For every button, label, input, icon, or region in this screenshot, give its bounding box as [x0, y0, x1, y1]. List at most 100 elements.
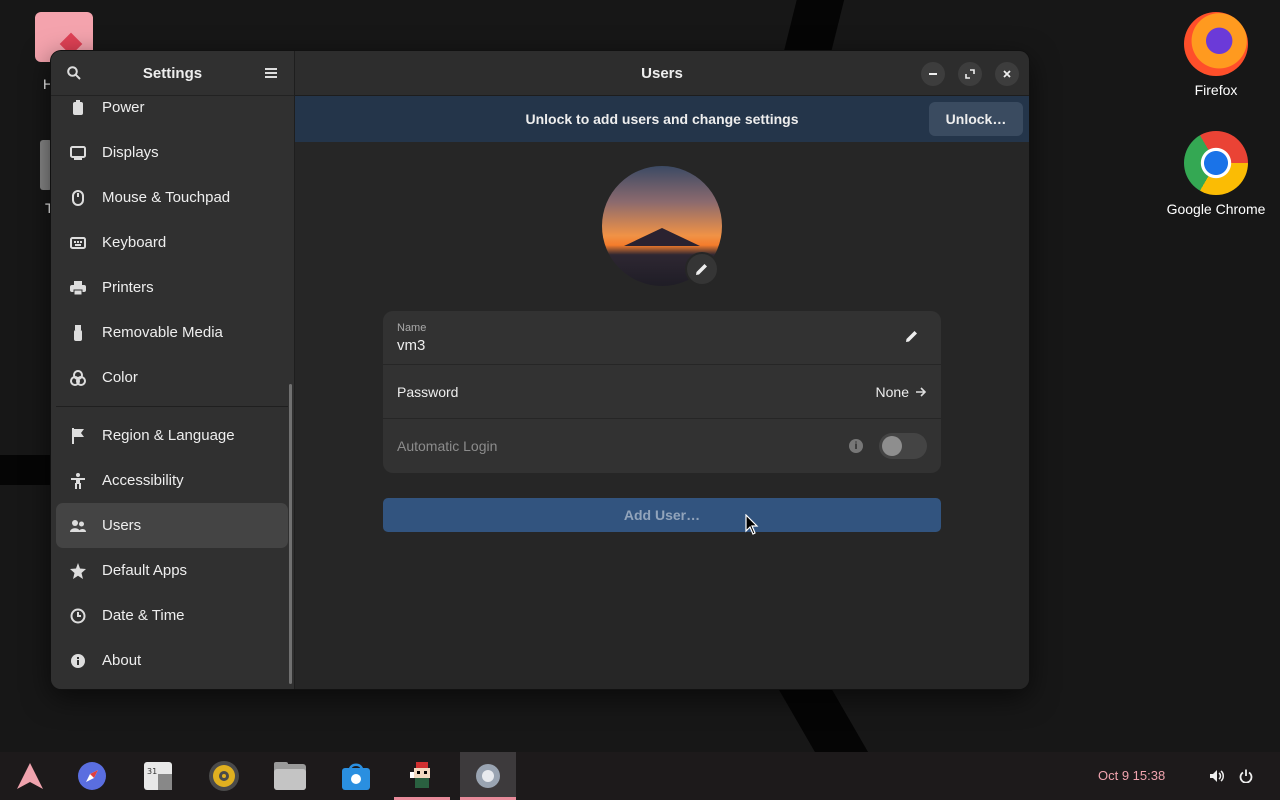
sidebar-item-label: Displays	[102, 144, 159, 161]
sidebar-separator	[56, 406, 288, 407]
sidebar-item-power[interactable]: Power	[56, 96, 288, 130]
taskbar-software-store[interactable]	[328, 752, 384, 800]
taskbar-settings[interactable]	[460, 752, 516, 800]
sidebar-item-date-time[interactable]: Date & Time	[56, 593, 288, 638]
printer-icon	[69, 279, 87, 297]
desktop-firefox[interactable]: Firefox	[1161, 12, 1271, 98]
settings-window: Settings Power Displays Mouse & Touchpad…	[51, 51, 1029, 689]
sidebar-item-about[interactable]: About	[56, 638, 288, 683]
sidebar-item-label: About	[102, 652, 142, 669]
mouse-cursor-icon	[745, 514, 759, 535]
desktop-chrome-label: Google Chrome	[1166, 201, 1266, 217]
user-details-card: Name vm3 Password None Automatic Login i	[383, 311, 941, 473]
close-button[interactable]	[995, 62, 1019, 86]
power-menu-icon[interactable]	[1236, 766, 1256, 786]
taskbar-game[interactable]	[394, 752, 450, 800]
lock-infobar: Unlock to add users and change settings …	[295, 96, 1029, 142]
taskbar-calendar[interactable]: 31	[130, 752, 186, 800]
toggle-knob	[882, 436, 902, 456]
sidebar-item-color[interactable]: Color	[56, 355, 288, 400]
sidebar-item-printers[interactable]: Printers	[56, 265, 288, 310]
page-title: Users	[641, 64, 683, 82]
arrow-right-icon	[916, 386, 927, 397]
accessibility-icon	[69, 472, 87, 490]
color-icon	[69, 369, 87, 387]
taskbar: 31 Oct 9 15:38	[0, 752, 1280, 800]
sidebar-item-label: Accessibility	[102, 472, 184, 489]
name-row: Name vm3	[383, 311, 941, 365]
sidebar-item-label: Mouse & Touchpad	[102, 189, 231, 206]
sidebar-scrollbar[interactable]	[289, 384, 292, 684]
add-user-button[interactable]: Add User…	[383, 498, 941, 532]
sidebar-item-removable-media[interactable]: Removable Media	[56, 310, 288, 355]
mouse-icon	[69, 189, 87, 207]
maximize-button[interactable]	[958, 62, 982, 86]
display-icon	[69, 144, 87, 162]
sidebar-item-label: Keyboard	[102, 234, 167, 251]
users-panel: Users Unlock to add users and change set…	[295, 51, 1029, 689]
sidebar-item-label: Date & Time	[102, 607, 185, 624]
sidebar-item-displays[interactable]: Displays	[56, 130, 288, 175]
taskbar-files[interactable]	[262, 752, 318, 800]
music-icon	[209, 761, 239, 791]
name-value: vm3	[397, 336, 426, 354]
star-icon	[69, 562, 87, 580]
password-value[interactable]: None	[876, 384, 927, 400]
users-icon	[69, 517, 87, 535]
calendar-icon: 31	[144, 762, 172, 790]
pencil-icon	[906, 331, 917, 342]
unlock-button[interactable]: Unlock…	[929, 102, 1023, 136]
sidebar-item-mouse[interactable]: Mouse & Touchpad	[56, 175, 288, 220]
sidebar-item-label: Printers	[102, 279, 154, 296]
info-icon	[69, 652, 87, 670]
usb-icon	[69, 324, 87, 342]
info-icon[interactable]: i	[849, 439, 863, 453]
name-label: Name	[397, 321, 427, 334]
software-store-icon	[342, 763, 370, 790]
infobar-message: Unlock to add users and change settings	[525, 111, 799, 127]
files-icon	[274, 762, 306, 790]
password-row[interactable]: Password None	[383, 365, 941, 419]
flag-icon	[69, 427, 87, 445]
desktop-chrome[interactable]: Google Chrome	[1161, 131, 1271, 217]
sidebar-item-users[interactable]: Users	[56, 503, 288, 548]
sidebar-item-region-language[interactable]: Region & Language	[56, 413, 288, 458]
power-icon	[69, 99, 87, 117]
sidebar: Settings Power Displays Mouse & Touchpad…	[51, 51, 295, 689]
sidebar-item-label: Power	[102, 99, 145, 116]
firefox-icon	[1184, 12, 1248, 76]
sidebar-header: Settings	[51, 51, 294, 96]
minimize-button[interactable]	[921, 62, 945, 86]
taskbar-clock[interactable]: Oct 9 15:38	[1098, 768, 1165, 783]
web-browser-icon	[78, 762, 106, 790]
automatic-login-toggle[interactable]	[879, 433, 927, 459]
sidebar-item-label: Removable Media	[102, 324, 223, 341]
sidebar-list: Power Displays Mouse & Touchpad Keyboard…	[56, 96, 288, 686]
clock-icon	[69, 607, 87, 625]
svg-text:31: 31	[147, 767, 157, 776]
volume-icon[interactable]	[1207, 766, 1227, 786]
password-label: Password	[397, 383, 459, 400]
avatar-edit-button[interactable]	[685, 252, 719, 286]
taskbar-music[interactable]	[196, 752, 252, 800]
arch-menu-button[interactable]	[2, 752, 58, 800]
taskbar-web-browser[interactable]	[64, 752, 120, 800]
search-icon[interactable]	[65, 64, 83, 82]
sidebar-item-label: Region & Language	[102, 427, 235, 444]
minimize-icon	[929, 73, 937, 75]
sidebar-item-label: Default Apps	[102, 562, 188, 579]
chrome-icon	[1184, 131, 1248, 195]
sidebar-title: Settings	[142, 64, 203, 82]
sidebar-item-label: Color	[102, 369, 138, 386]
sidebar-item-default-apps[interactable]: Default Apps	[56, 548, 288, 593]
avatar-mountain	[624, 228, 700, 246]
sidebar-item-accessibility[interactable]: Accessibility	[56, 458, 288, 503]
desktop-firefox-label: Firefox	[1194, 82, 1238, 98]
settings-icon	[476, 764, 500, 788]
password-value-text: None	[875, 383, 909, 400]
name-edit-button[interactable]	[905, 329, 919, 348]
maximize-icon	[965, 69, 975, 79]
keyboard-icon	[69, 234, 87, 252]
hamburger-menu-icon[interactable]	[262, 64, 280, 82]
sidebar-item-keyboard[interactable]: Keyboard	[56, 220, 288, 265]
